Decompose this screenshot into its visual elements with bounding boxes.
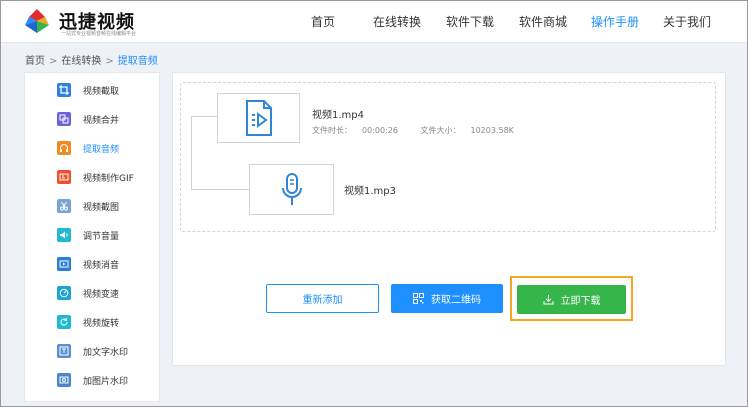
download-now-button[interactable]: 立即下载	[517, 285, 626, 314]
video-file-icon	[245, 100, 272, 136]
sidebar-item-label: 加图片水印	[83, 377, 129, 387]
mute-icon	[57, 257, 71, 271]
sidebar-item-label: 加文字水印	[83, 348, 129, 358]
source-file-name: 视频1.mp4	[312, 110, 364, 121]
readd-button[interactable]: 重新添加	[266, 284, 379, 313]
sidebar-item-video-cut[interactable]: 视频截取	[25, 76, 159, 105]
sidebar-item-image-watermark[interactable]: 加图片水印	[25, 366, 159, 395]
qrcode-label: 获取二维码	[431, 295, 481, 306]
nav-online-convert[interactable]: 在线转换	[373, 13, 421, 30]
rotate-icon	[57, 315, 71, 329]
headphones-icon	[57, 141, 71, 155]
scissors-icon	[57, 199, 71, 213]
readd-label: 重新添加	[302, 295, 343, 306]
get-qrcode-button[interactable]: 获取二维码	[391, 284, 503, 313]
sidebar-item-text-watermark[interactable]: 加文字水印	[25, 337, 159, 366]
download-highlight: 立即下载	[510, 276, 633, 321]
merge-icon	[57, 112, 71, 126]
nav-home[interactable]: 首页	[311, 13, 335, 30]
sidebar-item-extract-audio[interactable]: 提取音频	[25, 134, 159, 163]
tool-sidebar: 视频截取 视频合并 提取音频 视频制作GIF 视频截图 调节音量 视频消音 视频…	[24, 72, 160, 402]
breadcrumb-separator: >	[105, 56, 114, 67]
breadcrumb: 首页 > 在线转换 > 提取音频	[25, 52, 158, 67]
top-header: 迅捷视频 一站式专业视频音频在线编辑平台 首页 在线转换 软件下载 软件商城 操…	[1, 1, 747, 43]
sidebar-item-label: 视频截图	[83, 203, 120, 213]
sidebar-item-video-screenshot[interactable]: 视频截图	[25, 192, 159, 221]
volume-icon	[57, 228, 71, 242]
breadcrumb-home[interactable]: 首页	[25, 56, 45, 67]
main-panel: 视频1.mp4 文件时长： 00:00:26 文件大小： 10203.58K 视频1…	[172, 72, 726, 366]
size-label: 文件大小： 10203.58K	[420, 126, 514, 135]
breadcrumb-separator: >	[49, 56, 58, 67]
tree-connector	[191, 116, 192, 190]
output-file-thumbnail	[249, 164, 334, 215]
size-value: 10203.58K	[470, 126, 514, 135]
download-label: 立即下载	[560, 296, 601, 307]
sidebar-item-label: 视频合并	[83, 116, 120, 126]
gif-icon	[57, 170, 71, 184]
sidebar-item-label: 视频制作GIF	[83, 174, 134, 184]
sidebar-item-video-mute[interactable]: 视频消音	[25, 250, 159, 279]
sidebar-item-label: 调节音量	[83, 232, 120, 242]
duration-label: 文件时长： 00:00:26	[312, 126, 398, 135]
source-file-thumbnail	[217, 93, 300, 143]
tree-connector	[191, 116, 218, 117]
download-icon	[543, 295, 553, 305]
sidebar-item-label: 视频旋转	[83, 319, 120, 329]
sidebar-item-video-rotate[interactable]: 视频旋转	[25, 308, 159, 337]
sidebar-item-label: 视频消音	[83, 261, 120, 271]
output-file-name[interactable]: 视频1.mp3	[344, 182, 396, 197]
brand-logo[interactable]: 迅捷视频 一站式专业视频音频在线编辑平台	[23, 5, 163, 39]
image-watermark-icon	[57, 373, 71, 387]
sidebar-item-video-merge[interactable]: 视频合并	[25, 105, 159, 134]
sidebar-item-label: 提取音频	[83, 145, 120, 155]
nav-software-store[interactable]: 软件商城	[519, 13, 567, 30]
nav-manual[interactable]: 操作手册	[591, 13, 639, 30]
breadcrumb-current: 提取音频	[117, 56, 158, 67]
brand-tagline: 一站式专业视频音频在线编辑平台	[61, 31, 137, 37]
text-watermark-icon	[57, 344, 71, 358]
source-file-meta: 文件时长： 00:00:26 文件大小： 10203.58K	[312, 125, 534, 136]
crop-icon	[57, 83, 71, 97]
sidebar-item-adjust-volume[interactable]: 调节音量	[25, 221, 159, 250]
nav-about[interactable]: 关于我们	[663, 13, 711, 30]
logo-icon	[25, 9, 49, 33]
duration-value: 00:00:26	[362, 126, 398, 135]
file-drop-area[interactable]: 视频1.mp4 文件时长： 00:00:26 文件大小： 10203.58K 视频1…	[180, 82, 716, 232]
nav-software-download[interactable]: 软件下载	[446, 13, 494, 30]
breadcrumb-online-convert[interactable]: 在线转换	[61, 56, 101, 67]
qrcode-icon	[413, 293, 424, 304]
sidebar-item-video-speed[interactable]: 视频变速	[25, 279, 159, 308]
tree-connector	[191, 189, 251, 190]
sidebar-item-video-gif[interactable]: 视频制作GIF	[25, 163, 159, 192]
sidebar-item-label: 视频变速	[83, 290, 120, 300]
speed-icon	[57, 286, 71, 300]
sidebar-item-label: 视频截取	[83, 87, 120, 97]
microphone-icon	[281, 172, 302, 205]
